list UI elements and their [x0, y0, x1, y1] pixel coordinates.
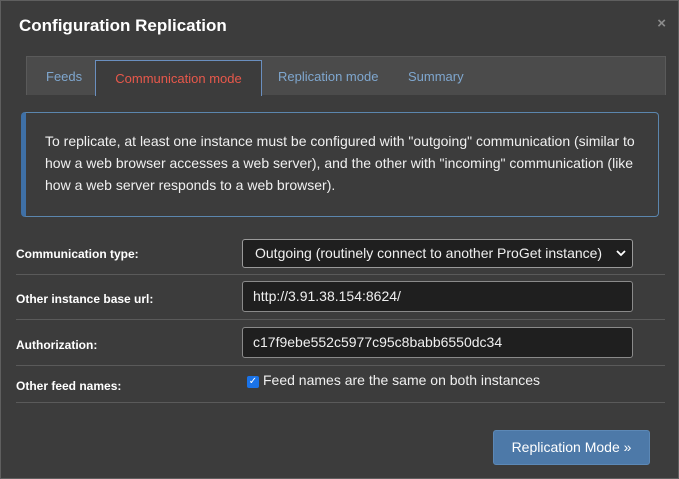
dialog-title: Configuration Replication — [19, 16, 227, 35]
base-url-input[interactable]: http://3.91.38.154:8624/ — [242, 281, 633, 312]
configuration-replication-dialog: Configuration Replication × Feeds Commun… — [0, 0, 679, 479]
close-icon[interactable]: × — [657, 15, 666, 32]
authorization-label: Authorization: — [16, 338, 98, 352]
communication-type-select[interactable]: Outgoing (routinely connect to another P… — [242, 239, 633, 268]
authorization-input[interactable]: c17f9ebe552c5977c95c8babb6550dc34 — [242, 327, 633, 358]
checkmark-icon: ✓ — [248, 376, 258, 387]
tab-summary[interactable]: Summary — [408, 57, 464, 95]
feed-names-checkbox[interactable]: ✓ — [247, 376, 259, 388]
communication-type-label: Communication type: — [16, 247, 139, 261]
communication-type-row: Communication type: Outgoing (routinely … — [16, 234, 665, 275]
chevron-down-icon — [616, 240, 626, 267]
feed-names-checkbox-label[interactable]: Feed names are the same on both instance… — [263, 372, 540, 388]
tab-communication-mode[interactable]: Communication mode — [95, 60, 262, 96]
replication-mode-button[interactable]: Replication Mode » — [493, 430, 650, 465]
feed-names-label: Other feed names: — [16, 379, 122, 393]
communication-type-value: Outgoing (routinely connect to another P… — [255, 245, 603, 261]
feed-names-row: Other feed names: ✓ Feed names are the s… — [16, 365, 665, 407]
form-divider — [16, 402, 665, 403]
base-url-row: Other instance base url: http://3.91.38.… — [16, 274, 665, 316]
info-callout: To replicate, at least one instance must… — [21, 112, 659, 217]
tab-feeds[interactable]: Feeds — [46, 57, 82, 95]
authorization-row: Authorization: c17f9ebe552c5977c95c8babb… — [16, 319, 665, 361]
tab-replication-mode[interactable]: Replication mode — [278, 57, 378, 95]
tab-bar: Feeds Communication mode Replication mod… — [26, 56, 666, 96]
base-url-label: Other instance base url: — [16, 292, 154, 306]
